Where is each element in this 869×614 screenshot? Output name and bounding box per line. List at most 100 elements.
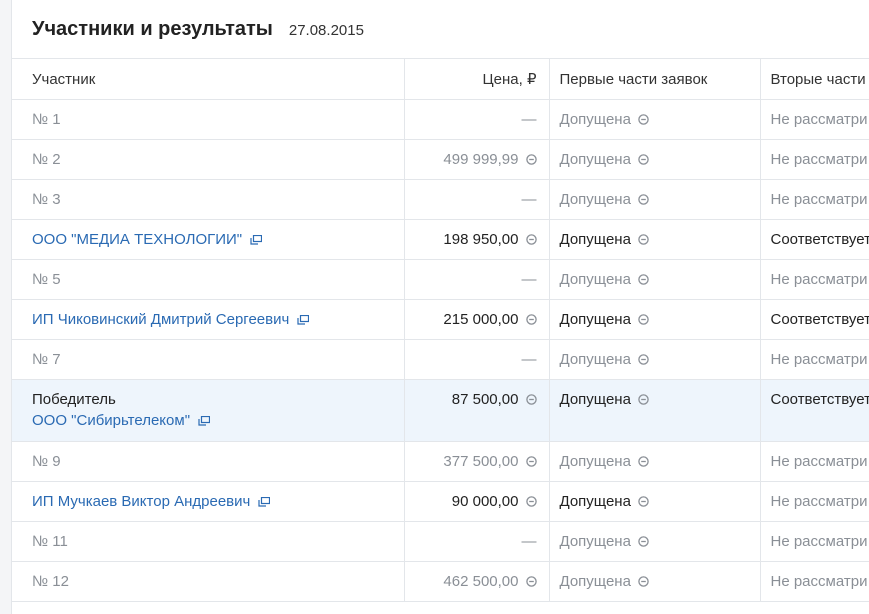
table-row: № 1 — Допущена Не рассматри [12,99,869,140]
second-parts-cell: Не рассматри [760,441,869,482]
clock-icon[interactable] [631,151,649,168]
first-parts-cell: Допущена [549,139,761,180]
second-parts-cell: Не рассматри [760,339,869,380]
price-cell: 87 500,00 [404,379,550,442]
first-part-status: Допущена [559,573,631,590]
table-row: № 12 462 500,00 Допущена Не рассматри [12,561,869,602]
second-parts-cell: Не рассматри [760,179,869,220]
open-in-new-window-icon[interactable] [242,231,263,248]
participant-link[interactable]: ИП Мучкаев Виктор Андреевич [32,493,250,510]
second-part-status: Не рассматри [770,453,868,470]
table-row: № 2 499 999,99 Допущена Не рассматри [12,139,869,180]
second-parts-cell: Не рассматри [760,481,869,522]
price-cell: — [404,259,550,300]
participant-link[interactable]: ООО "Сибирьтелеком" [32,412,190,429]
clock-icon[interactable] [519,311,537,328]
price-cell: 462 500,00 [404,561,550,602]
clock-icon[interactable] [631,111,649,128]
participants-panel: Участники и результаты 27.08.2015 Участн… [12,0,869,614]
price-value: — [521,271,537,288]
column-header-participant: Участник [12,59,405,100]
clock-icon[interactable] [519,231,537,248]
price-value: 215 000,00 [443,311,519,328]
second-parts-cell: Не рассматри [760,561,869,602]
participant-cell: № 3 [12,179,405,220]
table-row: Победитель ООО "Сибирьтелеком" 87 500,00 До… [12,379,869,442]
second-parts-cell: Не рассматри [760,521,869,562]
price-value: 87 500,00 [451,391,519,408]
price-cell: — [404,99,550,140]
open-in-new-window-icon[interactable] [289,311,310,328]
table-row: № 9 377 500,00 Допущена Не рассматри [12,441,869,482]
participant-number: № 12 [32,573,69,590]
clock-icon[interactable] [519,493,537,510]
first-part-status: Допущена [559,111,631,128]
participant-link[interactable]: ООО "МЕДИА ТЕХНОЛОГИИ" [32,231,242,248]
participant-cell: ИП Мучкаев Виктор Андреевич [12,481,405,522]
winner-label: Победитель [32,391,116,408]
table-row: ИП Мучкаев Виктор Андреевич 90 000,00 Допу… [12,481,869,522]
price-cell: 215 000,00 [404,299,550,340]
first-part-status: Допущена [559,311,631,328]
clock-icon[interactable] [631,311,649,328]
second-part-status: Не рассматри [770,573,868,590]
participant-cell: № 11 [12,521,405,562]
price-value: — [521,191,537,208]
price-value: — [521,533,537,550]
clock-icon[interactable] [519,151,537,168]
open-in-new-window-icon[interactable] [250,493,271,510]
price-cell: — [404,339,550,380]
clock-icon[interactable] [519,573,537,590]
first-parts-cell: Допущена [549,339,761,380]
first-part-status: Допущена [559,493,631,510]
clock-icon[interactable] [631,453,649,470]
participant-cell: № 1 [12,99,405,140]
table-row: № 3 — Допущена Не рассматри [12,179,869,220]
participant-cell: № 9 [12,441,405,482]
price-cell: 90 000,00 [404,481,550,522]
first-parts-cell: Допущена [549,179,761,220]
first-part-status: Допущена [559,191,631,208]
price-cell: — [404,179,550,220]
column-header-price: Цена, ₽ [404,59,550,100]
open-in-new-window-icon[interactable] [190,412,211,429]
clock-icon[interactable] [631,351,649,368]
second-part-status: Не рассматри [770,351,868,368]
price-cell: 499 999,99 [404,139,550,180]
participant-link[interactable]: ИП Чиковинский Дмитрий Сергеевич [32,311,289,328]
second-part-status: Не рассматри [770,271,868,288]
second-parts-cell: Соответствует [760,299,869,340]
clock-icon[interactable] [519,391,537,408]
participant-number: № 5 [32,271,61,288]
table-header-row: Участник Цена, ₽ Первые части заявок Вто… [12,59,869,100]
column-header-first-parts: Первые части заявок [549,59,761,100]
first-parts-cell: Допущена [549,521,761,562]
table-row: № 5 — Допущена Не рассматри [12,259,869,300]
second-parts-cell: Не рассматри [760,99,869,140]
price-value: 499 999,99 [443,151,519,168]
second-parts-cell: Не рассматри [760,259,869,300]
first-part-status: Допущена [559,351,631,368]
second-part-status: Не рассматри [770,111,868,128]
first-parts-cell: Допущена [549,379,761,442]
participant-number: № 2 [32,151,61,168]
second-part-status: Не рассматри [770,533,868,550]
clock-icon[interactable] [631,191,649,208]
participant-number: № 1 [32,111,61,128]
table-row: ИП Чиковинский Дмитрий Сергеевич 215 000,… [12,299,869,340]
clock-icon[interactable] [631,391,649,408]
table-row: № 7 — Допущена Не рассматри [12,339,869,380]
first-parts-cell: Допущена [549,99,761,140]
clock-icon[interactable] [631,231,649,248]
price-cell: 198 950,00 [404,219,550,260]
clock-icon[interactable] [631,493,649,510]
clock-icon[interactable] [631,573,649,590]
clock-icon[interactable] [631,271,649,288]
clock-icon[interactable] [519,453,537,470]
participant-cell: Победитель ООО "Сибирьтелеком" [12,379,405,442]
first-parts-cell: Допущена [549,441,761,482]
participant-cell: ИП Чиковинский Дмитрий Сергеевич [12,299,405,340]
table-row: № 11 — Допущена Не рассматри [12,521,869,562]
clock-icon[interactable] [631,533,649,550]
participant-number: № 11 [32,533,68,550]
